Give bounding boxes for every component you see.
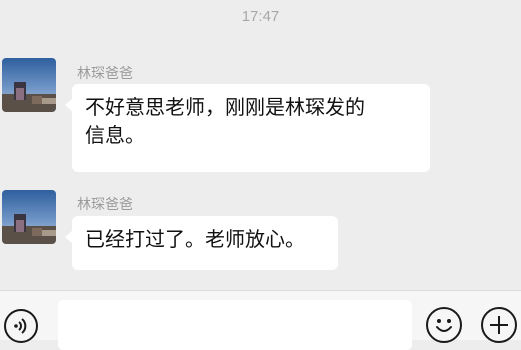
voice-button[interactable] [4, 309, 38, 343]
more-button[interactable] [481, 307, 517, 343]
message-bubble[interactable]: 已经打过了。老师放心。 [65, 216, 338, 270]
message-bubble[interactable]: 不好意思老师，刚刚是林琛发的 信息。 [65, 84, 430, 172]
chat-area[interactable]: 17:47 林琛爸爸 不好意思老师，刚刚是林琛发的 信息。 林琛爸爸 已经打过了… [0, 0, 521, 290]
message-text: 不好意思老师，刚刚是林琛发的 信息。 [85, 95, 365, 147]
avatar-image [2, 190, 56, 244]
message-text: 已经打过了。老师放心。 [85, 227, 305, 251]
emoji-button[interactable] [426, 307, 462, 343]
input-bar [0, 290, 521, 350]
plus-icon [490, 316, 508, 334]
message-input[interactable] [58, 300, 412, 350]
emoji-icon [436, 319, 452, 332]
avatar[interactable] [2, 58, 56, 112]
message-timestamp: 17:47 [241, 8, 280, 25]
sender-name: 林琛爸爸 [77, 197, 133, 213]
voice-icon [14, 318, 27, 334]
avatar-image [2, 58, 56, 112]
sender-name: 林琛爸爸 [77, 66, 133, 82]
avatar[interactable] [2, 190, 56, 244]
